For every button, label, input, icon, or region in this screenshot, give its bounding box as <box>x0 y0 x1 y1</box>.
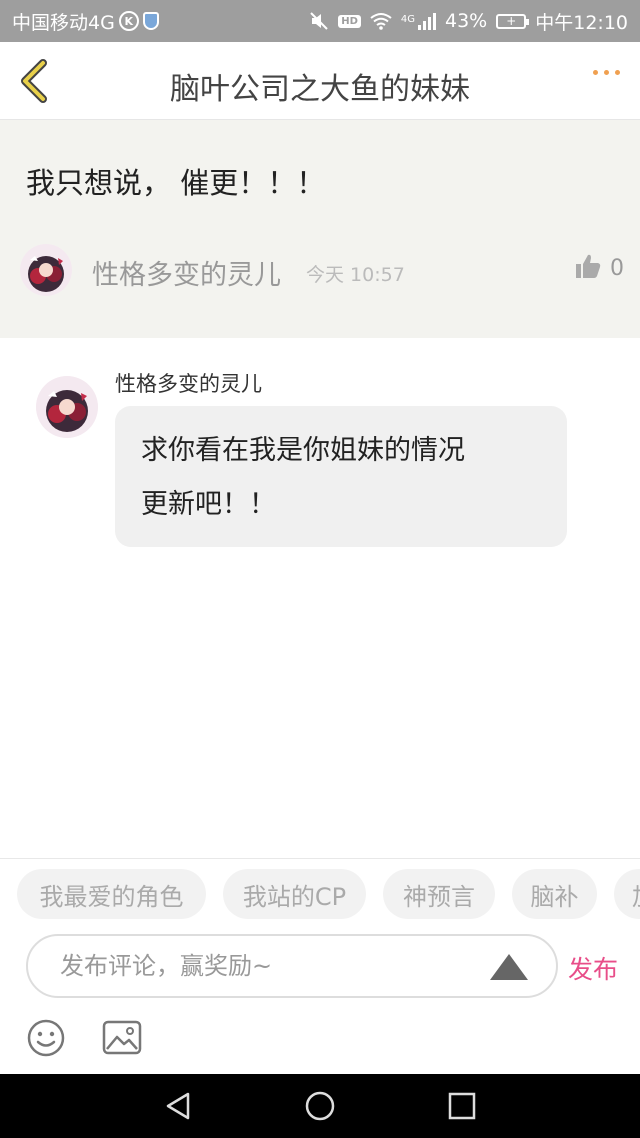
topic-author[interactable]: 性格多变的灵儿 <box>92 253 281 292</box>
carrier-label: 中国移动4G <box>12 11 115 34</box>
publish-button[interactable]: 发布 <box>568 950 618 986</box>
more-dot-icon <box>604 70 609 75</box>
clock: 中午12:10 <box>535 11 628 34</box>
image-icon <box>102 1020 142 1055</box>
comment-bubble: 求你看在我是你姐妹的情况 更新吧！！ <box>115 406 567 547</box>
quick-tag[interactable]: 神预言 <box>383 869 495 919</box>
more-dot-icon <box>615 70 620 75</box>
system-recents-button[interactable] <box>446 1090 478 1122</box>
topic-post: 我只想说， 催更！！！ 性格多变的灵儿 今天 10:57 0 <box>0 120 640 338</box>
hd-badge: HD <box>338 14 361 28</box>
comment-input-box[interactable] <box>26 934 558 998</box>
wifi-icon <box>370 13 392 30</box>
circle-home-icon <box>305 1091 335 1121</box>
thumbs-up-icon <box>576 254 601 278</box>
system-home-button[interactable] <box>304 1090 336 1122</box>
network-type: 4G <box>400 13 415 25</box>
emoji-button[interactable] <box>26 1018 66 1058</box>
battery-percent: 43% <box>445 10 488 32</box>
quick-tag[interactable]: 我站的CP <box>223 869 366 919</box>
like-count: 0 <box>610 256 624 281</box>
topic-timestamp: 今天 10:57 <box>306 264 405 286</box>
quick-tag[interactable]: 我最爱的角色 <box>17 869 206 919</box>
top-nav-bar: 脑叶公司之大鱼的妹妹 <box>0 42 640 120</box>
k-badge-icon: K <box>118 11 139 31</box>
triangle-up-icon[interactable] <box>490 954 528 980</box>
battery-icon: + <box>496 13 530 29</box>
more-dot-icon <box>593 70 598 75</box>
avatar-image <box>20 244 72 296</box>
signal-icon <box>418 12 436 30</box>
mute-icon <box>310 12 328 30</box>
triangle-back-icon <box>166 1092 190 1120</box>
quick-tag-bar: 我最爱的角色 我站的CP 神预言 脑补 加 <box>0 858 640 932</box>
page-title: 脑叶公司之大鱼的妹妹 <box>170 72 470 107</box>
avatar[interactable] <box>20 244 72 296</box>
like-button[interactable] <box>574 252 604 282</box>
status-bar: 中国移动4G K HD 4G 43% + 中午12:10 <box>0 0 640 42</box>
image-button[interactable] <box>102 1020 142 1056</box>
smiley-icon <box>27 1019 65 1057</box>
avatar-image <box>36 376 98 438</box>
comment-author[interactable]: 性格多变的灵儿 <box>115 368 262 398</box>
avatar[interactable] <box>36 376 98 438</box>
more-options-button[interactable] <box>593 70 620 75</box>
quick-tag[interactable]: 加 <box>614 869 640 919</box>
system-back-button[interactable] <box>162 1090 194 1122</box>
quick-tag[interactable]: 脑补 <box>512 869 597 919</box>
comment-text-line: 更新吧！！ <box>141 489 276 520</box>
shield-icon <box>142 12 159 30</box>
system-navigation-bar <box>0 1074 640 1138</box>
comment-text-line: 求你看在我是你姐妹的情况 <box>141 435 465 466</box>
square-recents-icon <box>448 1092 476 1120</box>
topic-text: 我只想说， 催更！！！ <box>26 166 326 200</box>
comment-input[interactable] <box>60 946 480 986</box>
